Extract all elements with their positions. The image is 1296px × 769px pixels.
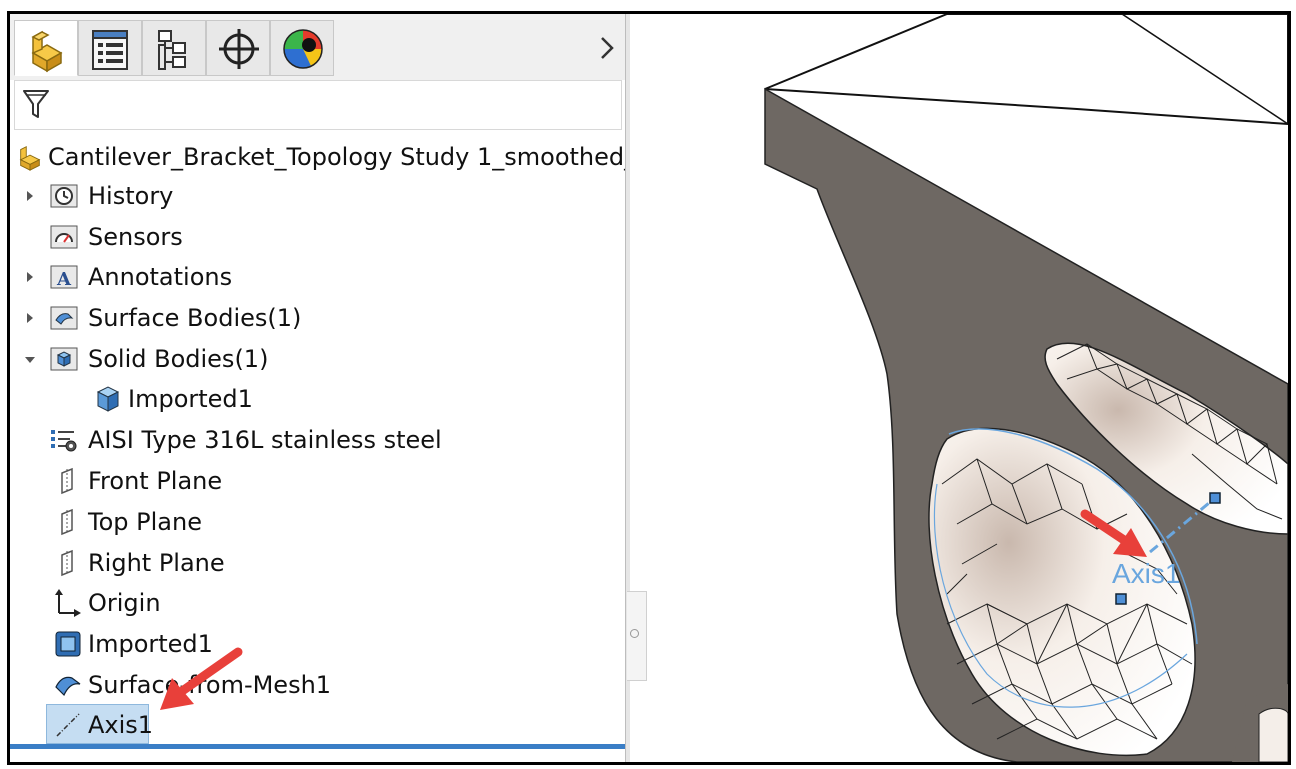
- manager-tab-bar: [10, 14, 625, 80]
- appearance-sphere-icon: [283, 29, 323, 69]
- tree-item-annotations[interactable]: A Annotations: [10, 258, 610, 296]
- annotations-icon: A: [50, 265, 78, 290]
- tree-item-material[interactable]: AISI Type 316L stainless steel: [10, 421, 610, 459]
- tree-item-sensors[interactable]: Sensors: [10, 218, 610, 256]
- configuration-manager-icon: [158, 30, 186, 70]
- tree-root-part[interactable]: Cantilever_Bracket_Topology Study 1_smoo…: [14, 138, 625, 176]
- axis-callout-label[interactable]: Axis1: [1112, 558, 1180, 590]
- configuration-manager-tab[interactable]: [142, 20, 206, 76]
- svg-text:A: A: [56, 269, 72, 290]
- plane-icon: [61, 508, 73, 536]
- tree-item-top-plane[interactable]: Top Plane: [10, 503, 610, 541]
- property-manager-tab[interactable]: [78, 20, 142, 76]
- collapse-arrow-icon[interactable]: [24, 353, 36, 365]
- dimxpert-manager-tab[interactable]: [206, 20, 270, 76]
- sensors-icon: [50, 225, 78, 249]
- feature-manager-tab[interactable]: [14, 20, 78, 76]
- expand-arrow-icon[interactable]: [24, 271, 36, 283]
- tree-item-label: History: [88, 182, 174, 210]
- screenshot-frame: Cantilever_Bracket_Topology Study 1_smoo…: [7, 11, 1291, 765]
- tree-item-label: Surface Bodies(1): [88, 304, 302, 332]
- tree-item-right-plane[interactable]: Right Plane: [10, 544, 610, 582]
- tree-item-imported1-body[interactable]: Imported1: [10, 380, 610, 418]
- tree-item-label: Top Plane: [88, 508, 202, 536]
- tree-item-label: AISI Type 316L stainless steel: [88, 426, 442, 454]
- panel-collapse-handle[interactable]: [627, 591, 647, 681]
- graphics-viewport[interactable]: Axis1: [647, 14, 1288, 762]
- tree-item-label: Sensors: [88, 223, 183, 251]
- part-icon: [19, 145, 41, 171]
- tree-item-origin[interactable]: Origin: [10, 584, 610, 622]
- surface-mesh-icon: [55, 676, 81, 697]
- surface-bodies-icon: [50, 306, 78, 330]
- tree-item-label: Annotations: [88, 263, 233, 291]
- tree-item-solid-bodies[interactable]: Solid Bodies(1): [10, 340, 610, 378]
- history-icon: [50, 184, 78, 208]
- annotation-arrow-icon: [160, 647, 243, 710]
- imported-feature-icon: [55, 631, 81, 657]
- tree-item-history[interactable]: History: [10, 177, 610, 215]
- feature-manager-panel: Cantilever_Bracket_Topology Study 1_smoo…: [10, 14, 625, 762]
- display-manager-tab[interactable]: [270, 20, 334, 76]
- bracket-model: [764, 14, 1288, 762]
- tree-rollback-bar[interactable]: [10, 744, 625, 749]
- solid-bodies-icon: [50, 347, 78, 371]
- crosshair-icon: [219, 29, 259, 69]
- tree-filter-bar[interactable]: [14, 80, 622, 130]
- origin-icon: [55, 589, 81, 617]
- tree-item-axis1[interactable]: Axis1: [10, 706, 610, 744]
- tree-item-label: Right Plane: [88, 549, 225, 577]
- expand-arrow-icon[interactable]: [24, 190, 36, 202]
- material-icon: [51, 430, 77, 452]
- filter-icon[interactable]: [21, 87, 51, 121]
- tree-item-label: Origin: [88, 589, 161, 617]
- tree-item-label: Front Plane: [88, 467, 223, 495]
- tree-item-surface-bodies[interactable]: Surface Bodies(1): [10, 299, 610, 337]
- tree-root-label: Cantilever_Bracket_Topology Study 1_smoo…: [48, 143, 625, 171]
- chevron-right-icon[interactable]: [595, 26, 619, 66]
- property-manager-icon: [92, 30, 128, 70]
- tree-item-label: Solid Bodies(1): [88, 345, 269, 373]
- tree-item-label: Axis1: [88, 711, 154, 739]
- expand-arrow-icon[interactable]: [24, 312, 36, 324]
- part-icon: [31, 30, 63, 73]
- axis-icon: [56, 713, 80, 737]
- tree-item-imported1-feature[interactable]: Imported1: [10, 625, 610, 663]
- tree-item-front-plane[interactable]: Front Plane: [10, 462, 610, 500]
- plane-icon: [61, 549, 73, 577]
- plane-icon: [61, 467, 73, 495]
- tree-item-surface-from-mesh[interactable]: Surface-from-Mesh1: [10, 666, 610, 704]
- tree-item-label: Imported1: [128, 385, 253, 413]
- solid-body-icon: [96, 386, 120, 412]
